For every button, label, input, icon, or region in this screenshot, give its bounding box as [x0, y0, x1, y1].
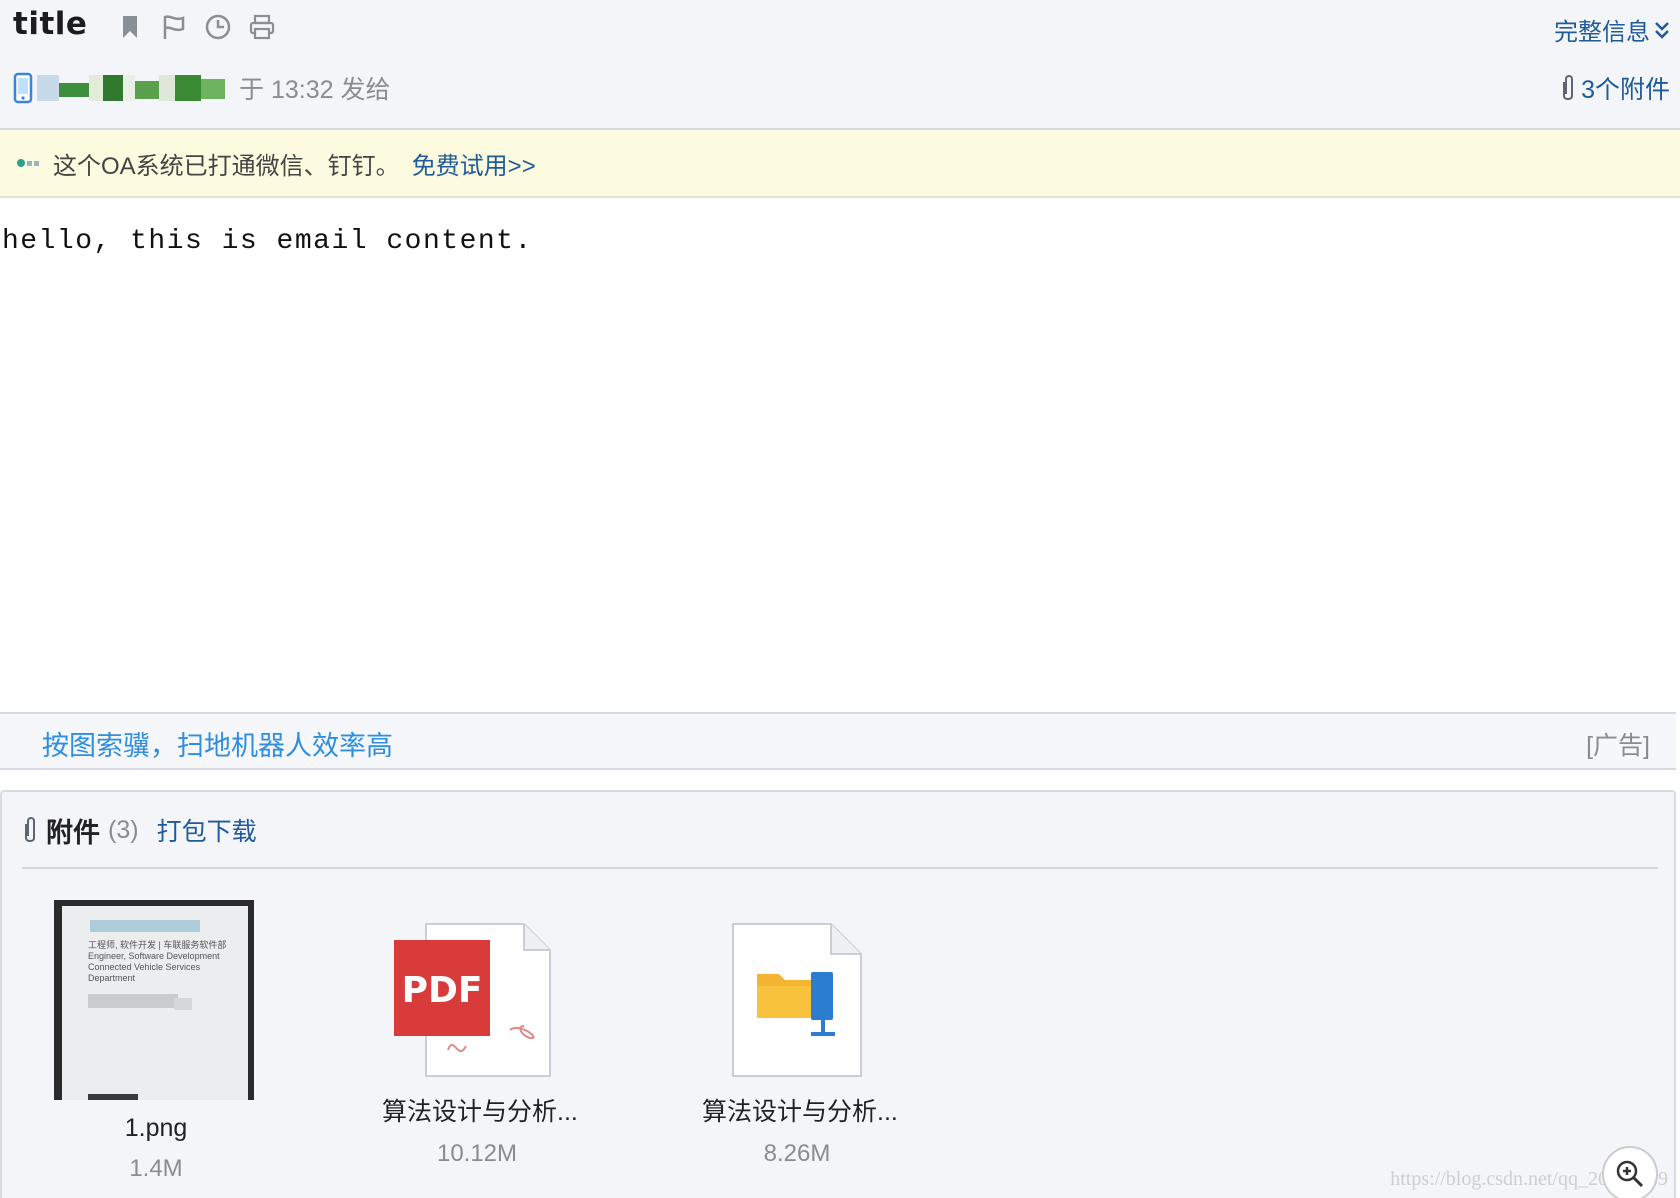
paperclip-icon — [1563, 75, 1574, 100]
paperclip-icon — [25, 817, 35, 842]
attachments-count-label: 3个附件 — [1581, 76, 1670, 104]
zoom-in-icon — [1616, 1160, 1644, 1188]
attachments-count: (3) — [108, 815, 139, 844]
attachments-title: 附件 — [46, 817, 100, 848]
clock-icon[interactable] — [204, 12, 232, 42]
file-size: 1.4M — [129, 1155, 183, 1182]
business-card-image: 工程师, 软件开发 | 车联服务软件部 Engineer, Software D… — [62, 906, 248, 1100]
thumb-line: Connected Vehicle Services — [88, 962, 201, 972]
sender-row: 于 13:32 发给 — [13, 70, 390, 106]
thumb-line: 工程师, 软件开发 | 车联服务软件部 — [88, 940, 227, 950]
attachment-item[interactable]: PDF 算法设计与分析... 10.12M — [382, 922, 578, 1168]
toolbar — [116, 12, 276, 42]
thumb-line: Department — [88, 973, 136, 983]
attachment-item[interactable]: 工程师, 软件开发 | 车联服务软件部 Engineer, Software D… — [54, 900, 258, 1183]
attachments-panel: 附件 (3) 打包下载 工程师, 软件开发 | 车联服务软件部 Engineer… — [0, 790, 1676, 1198]
pdf-file-icon[interactable]: PDF — [392, 922, 562, 1078]
bookmark-icon[interactable] — [116, 12, 144, 42]
email-subject: title — [13, 6, 88, 42]
promo-banner: 按图索骥，扫地机器人效率高 [广告] — [0, 712, 1676, 770]
ad-bar: 这个OA系统已打通微信、钉钉。 免费试用>> — [0, 130, 1680, 198]
file-size: 10.12M — [436, 1140, 518, 1167]
folder-file-icon[interactable] — [727, 922, 867, 1078]
zoom-in-button[interactable] — [1602, 1146, 1658, 1198]
full-info-label: 完整信息 — [1554, 19, 1650, 46]
file-name[interactable]: 算法设计与分析... — [702, 1092, 898, 1128]
image-thumbnail[interactable]: 工程师, 软件开发 | 车联服务软件部 Engineer, Software D… — [54, 900, 254, 1100]
full-info-link[interactable]: 完整信息 — [1554, 12, 1670, 47]
svg-text:PDF: PDF — [402, 970, 483, 1011]
sender-name-blurred[interactable] — [37, 75, 225, 101]
oa-logo-icon — [15, 154, 41, 172]
file-name[interactable]: 1.png — [54, 1114, 258, 1143]
promo-link[interactable]: 按图索骥，扫地机器人效率高 — [42, 724, 393, 763]
thumb-line: Engineer, Software Development — [88, 951, 220, 961]
file-size: 8.26M — [763, 1140, 831, 1167]
attachments-header: 附件 (3) 打包下载 — [22, 810, 257, 850]
flag-icon[interactable] — [160, 12, 188, 42]
download-all-link[interactable]: 打包下载 — [157, 812, 257, 848]
divider — [22, 867, 1658, 869]
phone-icon — [13, 72, 33, 104]
print-icon[interactable] — [248, 12, 276, 42]
file-name[interactable]: 算法设计与分析... — [382, 1092, 578, 1128]
free-trial-link[interactable]: 免费试用>> — [412, 146, 536, 181]
email-header: title 完整信息 于 13:32 发给 3个附件 — [0, 0, 1680, 130]
ad-text: 这个OA系统已打通微信、钉钉。 — [53, 152, 400, 180]
ad-tag: [广告] — [1586, 732, 1650, 760]
email-body: hello, this is email content. — [2, 226, 533, 257]
attachment-item[interactable]: 算法设计与分析... 8.26M — [702, 922, 898, 1168]
attachments-link[interactable]: 3个附件 — [1561, 70, 1670, 106]
sent-time: 于 13:32 发给 — [239, 76, 391, 104]
double-chevron-down-icon — [1655, 21, 1669, 39]
